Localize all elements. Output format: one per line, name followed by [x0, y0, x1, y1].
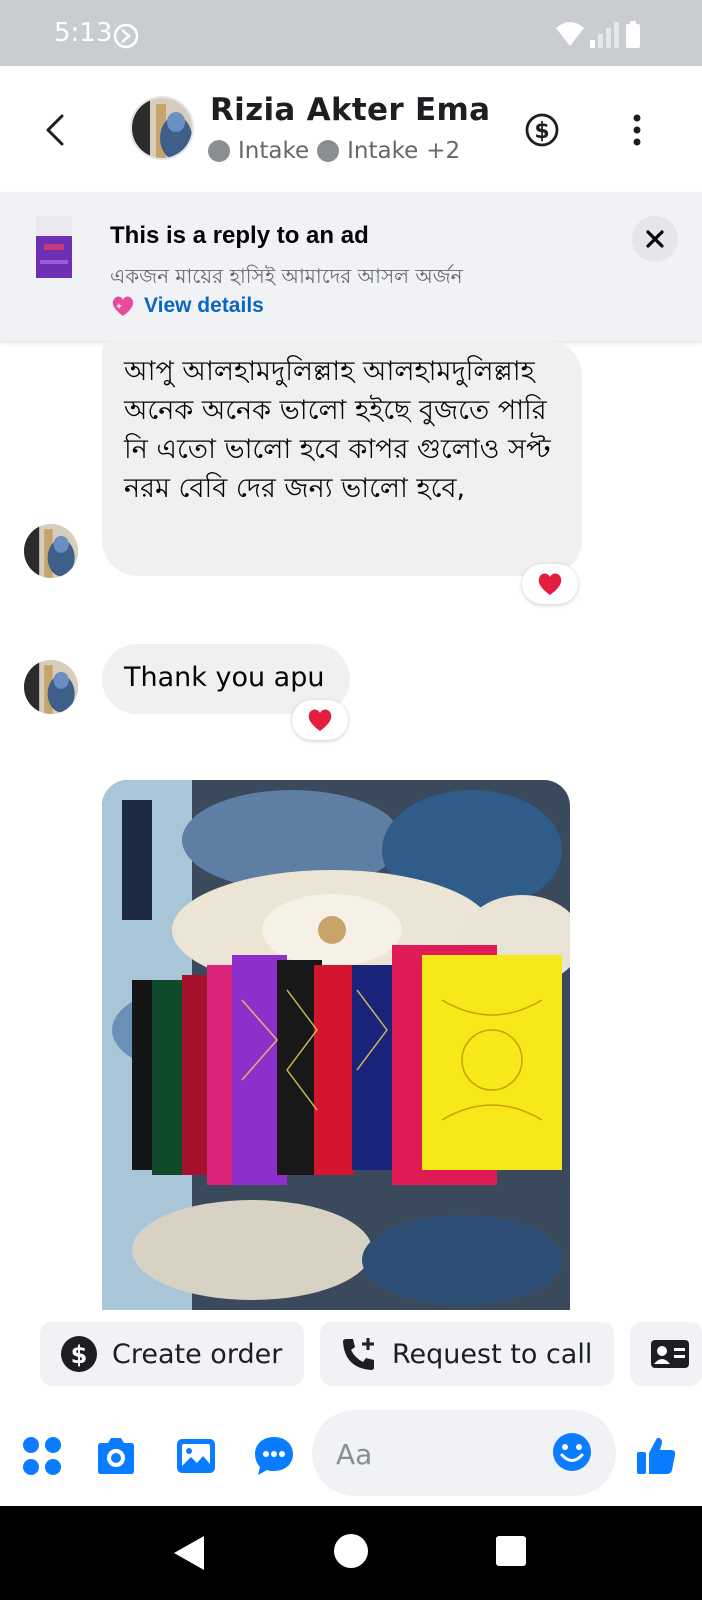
quick-actions-bar: $ Create order Request to call: [0, 1310, 702, 1410]
apps-grid-icon[interactable]: [20, 1434, 64, 1478]
message-composer: Aa: [0, 1410, 702, 1506]
thumbs-up-icon[interactable]: [634, 1434, 678, 1478]
back-icon[interactable]: [172, 1534, 206, 1572]
request-call-label: Request to call: [392, 1338, 593, 1370]
contact-avatar[interactable]: [130, 96, 194, 160]
label-tag: Intake: [347, 138, 419, 164]
gallery-icon[interactable]: [174, 1434, 218, 1478]
label-more-count: +2: [426, 138, 461, 164]
message-bubble[interactable]: আপু আলহামদুলিল্লাহ আলহামদুলিল্লাহ অনেক অ…: [102, 340, 582, 576]
status-time: 5:13: [54, 18, 113, 48]
contact-name[interactable]: Rizia Akter Ema: [210, 92, 490, 128]
ad-reply-title: This is a reply to an ad: [110, 222, 369, 249]
photo-message[interactable]: [102, 780, 570, 1310]
message-reaction[interactable]: [292, 700, 348, 740]
ad-thumbnail[interactable]: [36, 216, 72, 278]
ad-headline: একজন মায়ের হাসিই আমাদের আসল অর্জন: [110, 264, 463, 288]
status-bar: 5:13: [0, 0, 702, 66]
view-details-link[interactable]: View details: [110, 294, 264, 318]
create-order-label: Create order: [112, 1338, 283, 1370]
view-details-label: View details: [144, 294, 264, 317]
home-icon[interactable]: [332, 1532, 370, 1570]
contact-card-button[interactable]: [630, 1322, 702, 1386]
ad-reply-banner: This is a reply to an ad একজন মায়ের হাস…: [0, 192, 702, 342]
sparkling-heart-icon: [112, 296, 134, 316]
close-banner-button[interactable]: [632, 216, 678, 262]
heart-icon: [308, 709, 332, 731]
dollar-icon[interactable]: $: [524, 112, 560, 148]
dollar-icon: $: [61, 1336, 97, 1372]
label-dot-icon: [208, 140, 230, 162]
create-order-button[interactable]: $ Create order: [40, 1322, 304, 1386]
status-right-icons: [556, 21, 640, 48]
contact-labels[interactable]: Intake Intake +2: [208, 138, 460, 164]
back-arrow-icon[interactable]: [38, 108, 74, 152]
do-not-disturb-icon: [113, 23, 139, 49]
request-call-button[interactable]: Request to call: [320, 1322, 614, 1386]
svg-text:$: $: [71, 1341, 88, 1369]
emoji-icon[interactable]: [552, 1432, 592, 1472]
sender-avatar[interactable]: [24, 660, 78, 714]
more-options-icon[interactable]: [632, 112, 642, 148]
phone-add-icon: [343, 1338, 374, 1370]
signal-icon: [590, 22, 619, 48]
message-reaction[interactable]: [522, 564, 578, 604]
heart-icon: [538, 573, 562, 595]
system-navigation-bar: [0, 1506, 702, 1600]
wifi-icon: [556, 22, 584, 46]
fabric-photo: [102, 780, 570, 1310]
label-tag: Intake: [238, 138, 310, 164]
contact-card-icon: [651, 1340, 689, 1368]
sender-avatar[interactable]: [24, 524, 78, 578]
battery-icon: [626, 21, 640, 48]
label-dot-icon: [317, 140, 340, 162]
message-input[interactable]: Aa: [312, 1410, 616, 1496]
chat-bubble-icon[interactable]: [252, 1434, 296, 1478]
camera-icon[interactable]: [94, 1434, 138, 1478]
message-input-placeholder: Aa: [336, 1438, 373, 1471]
recents-icon[interactable]: [494, 1534, 528, 1568]
conversation-header: Rizia Akter Ema Intake Intake +2 $: [0, 66, 702, 192]
svg-text:$: $: [534, 119, 549, 144]
close-icon: [646, 230, 664, 248]
